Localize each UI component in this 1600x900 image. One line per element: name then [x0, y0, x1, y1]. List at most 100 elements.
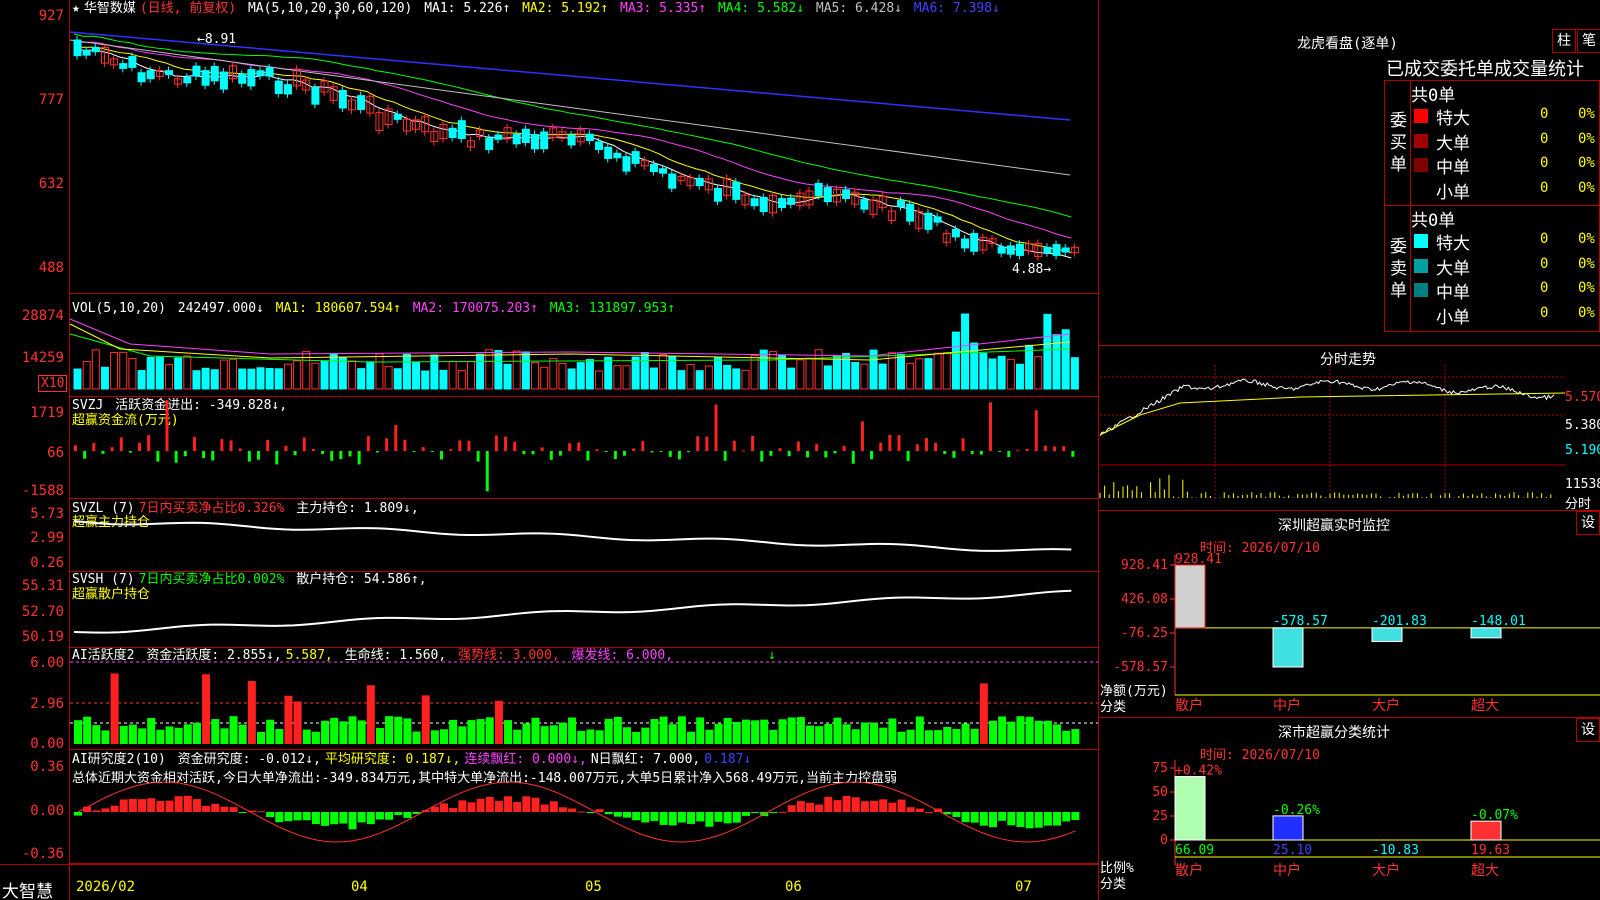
- candle-body: [119, 63, 128, 69]
- volume-bar: [155, 356, 164, 390]
- research-bar: [723, 812, 732, 824]
- volume-bar: [1006, 358, 1015, 390]
- activity-bar: [1034, 720, 1043, 744]
- activity-bar: [284, 695, 293, 744]
- candle-body: [631, 151, 640, 164]
- volume-bar: [366, 361, 375, 390]
- volume-bar: [375, 353, 384, 390]
- candle-body: [649, 163, 658, 173]
- volume-bar: [457, 370, 466, 390]
- sz-monitor-title: 深圳超赢实时监控: [1278, 518, 1390, 534]
- volume-bar: [796, 359, 805, 390]
- activity-bar: [156, 729, 165, 744]
- candle-body: [82, 50, 91, 56]
- activity-bar: [613, 716, 622, 744]
- ss-tick-label: 50: [1152, 785, 1168, 800]
- bar-mode-button[interactable]: 柱: [1552, 29, 1576, 53]
- flow-bar: [696, 436, 700, 451]
- flow-bar: [760, 451, 764, 462]
- volume-bar: [357, 368, 366, 390]
- research-bar: [897, 799, 906, 812]
- flow-bar: [101, 451, 105, 454]
- ss-bar-top-label: +0.42%: [1175, 764, 1222, 779]
- ss-category-label: 中户: [1273, 862, 1301, 879]
- candle-body: [961, 238, 970, 249]
- research-bar: [595, 809, 604, 812]
- volume-bar: [210, 369, 219, 390]
- candle-body: [531, 134, 539, 150]
- activity-bar: [476, 719, 485, 744]
- candle-body: [73, 39, 82, 57]
- flow-bar: [302, 437, 306, 451]
- vol-tick-2: 14259: [21, 350, 64, 366]
- research-bar: [339, 812, 348, 824]
- order-count: 0: [1540, 255, 1549, 272]
- candle-body: [393, 113, 402, 120]
- research-bar: [632, 812, 641, 821]
- flow-bar: [366, 436, 370, 451]
- research-bar: [321, 812, 330, 826]
- candle-body: [457, 120, 466, 140]
- flow-bar: [998, 451, 1002, 452]
- flow-bar: [385, 438, 389, 451]
- activity-bar: [824, 723, 833, 744]
- flow-bar: [806, 451, 809, 458]
- flow-bar: [604, 451, 608, 452]
- volume-bar: [320, 360, 329, 390]
- research-bar: [833, 800, 842, 812]
- activity-bar: [147, 717, 156, 744]
- research-bar: [549, 801, 558, 812]
- candle-body: [595, 141, 604, 150]
- volume-bar: [183, 355, 192, 390]
- flow-bar: [815, 444, 819, 451]
- activity-bar: [229, 716, 238, 744]
- candle-body: [448, 127, 457, 138]
- ss-settings-button[interactable]: 设: [1576, 718, 1600, 742]
- candle-body: [668, 173, 677, 189]
- research-bar: [311, 812, 320, 825]
- x-tick-2: 05: [585, 879, 602, 895]
- flow-bar: [440, 451, 443, 460]
- activity-bar: [403, 718, 412, 744]
- volume-bar: [174, 357, 183, 390]
- volume-bar: [549, 357, 558, 390]
- order-count: 0: [1540, 106, 1549, 122]
- volume-bar: [466, 361, 475, 390]
- research-bar: [467, 802, 476, 812]
- activity-bar: [522, 723, 531, 744]
- flow-bar: [659, 451, 663, 452]
- flow-bar: [192, 436, 196, 451]
- research-bar: [540, 804, 549, 812]
- volume-bar: [274, 368, 283, 390]
- candle-body: [714, 187, 722, 202]
- sz-settings-button[interactable]: 设: [1576, 511, 1600, 535]
- flow-bar: [1043, 445, 1047, 451]
- flow-bar: [979, 451, 983, 455]
- activity-bar: [687, 731, 696, 744]
- research-bar: [220, 806, 229, 812]
- activity-bar: [769, 729, 778, 744]
- order-count: 0: [1540, 155, 1549, 171]
- order-count: 0: [1540, 130, 1549, 147]
- tick-mode-button[interactable]: 笔: [1577, 29, 1600, 53]
- activity-bar: [577, 730, 586, 744]
- candle-body: [219, 71, 228, 90]
- research-bar: [101, 808, 110, 812]
- flow-bar: [92, 443, 96, 451]
- ai2-tick-3: -0.36: [21, 846, 64, 862]
- activity-bar: [257, 731, 265, 744]
- activity-bar: [723, 717, 732, 744]
- candle-body: [338, 89, 347, 109]
- order-size-label: 中单: [1436, 283, 1470, 303]
- activity-bar: [74, 720, 82, 744]
- flow-bar: [915, 444, 919, 451]
- activity-bar: [897, 731, 906, 744]
- sz-bar-label: -201.83: [1372, 614, 1427, 629]
- price-tick-1: 927: [38, 8, 64, 24]
- sz-category-label: 中户: [1273, 697, 1301, 714]
- flow-bar: [156, 451, 160, 462]
- activity-bar: [705, 729, 714, 744]
- flow-bar: [549, 451, 553, 460]
- flow-bar: [110, 447, 114, 451]
- flow-bar: [934, 442, 938, 451]
